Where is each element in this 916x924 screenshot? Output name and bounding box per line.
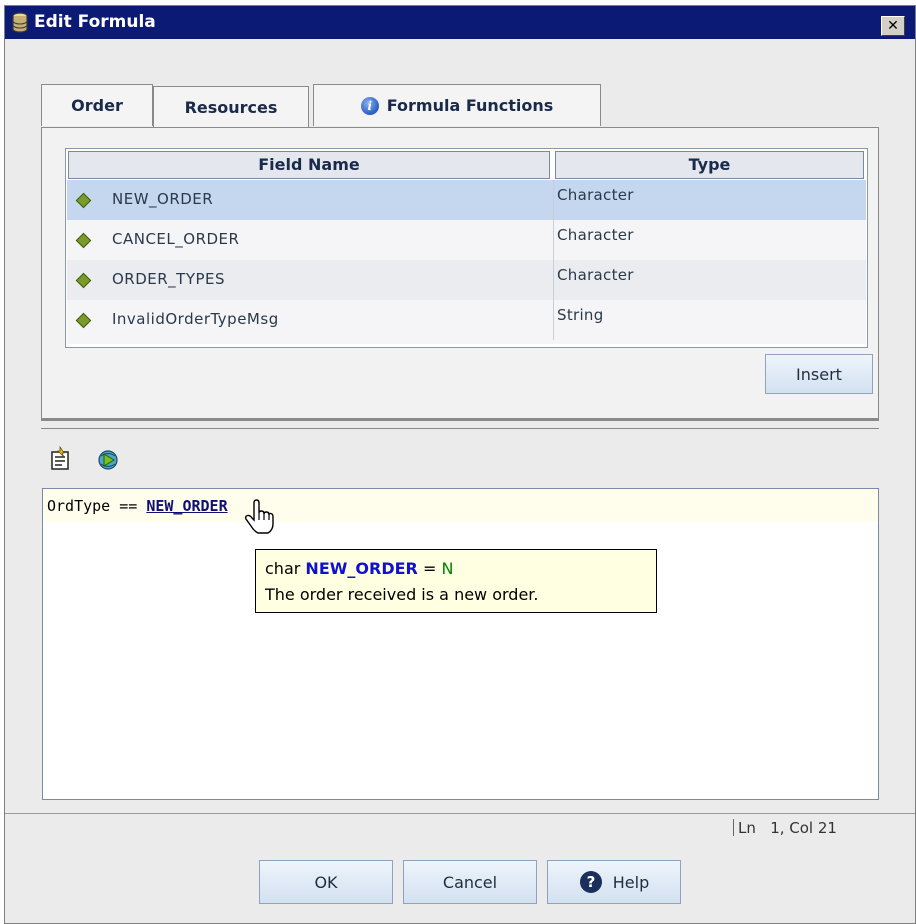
tab-formula-functions[interactable]: i Formula Functions [313, 84, 601, 126]
tab-resources[interactable]: Resources [153, 86, 309, 128]
close-icon: ✕ [887, 18, 899, 34]
hand-cursor-icon [245, 499, 274, 534]
field-name: CANCEL_ORDER [112, 230, 240, 248]
insert-button[interactable]: Insert [765, 354, 873, 394]
fields-table[interactable]: Field Name Type NEW_ORDER Character CANC… [65, 148, 868, 348]
column-label: Col [789, 819, 814, 837]
tooltip-equals: = [422, 559, 437, 578]
cancel-button-label: Cancel [442, 872, 498, 892]
code-token[interactable]: NEW_ORDER [146, 497, 227, 515]
database-icon [12, 12, 28, 33]
tooltip-description: The order received is a new order. [265, 585, 539, 604]
tooltip-type: char [265, 559, 301, 578]
table-row[interactable]: CANCEL_ORDER Character [67, 220, 866, 260]
line-label: Ln [738, 819, 756, 837]
column-separator [553, 220, 554, 260]
status-separator [733, 819, 734, 836]
field-tooltip: char NEW_ORDER = N The order received is… [255, 549, 657, 613]
help-button-label: Help [612, 872, 650, 892]
code-text: OrdType == [47, 497, 147, 515]
table-row[interactable]: ORDER_TYPES Character [67, 260, 866, 300]
formula-code[interactable]: OrdType == NEW_ORDER [47, 497, 228, 515]
status-divider [5, 813, 915, 814]
field-diamond-icon [75, 232, 92, 249]
info-icon: i [360, 96, 379, 115]
line-number: 1 [770, 819, 780, 837]
edit-formula-dialog: Edit Formula ✕ Order Resources i Formula… [4, 5, 916, 924]
field-type: Character [557, 226, 634, 244]
insert-button-label: Insert [796, 364, 842, 384]
field-name: InvalidOrderTypeMsg [112, 310, 279, 328]
tab-formula-functions-label: Formula Functions [386, 96, 554, 115]
tab-order[interactable]: Order [41, 84, 153, 126]
column-separator [553, 180, 554, 220]
field-name: ORDER_TYPES [112, 270, 226, 288]
window-title: Edit Formula [34, 12, 156, 32]
help-icon: ? [579, 871, 602, 893]
field-diamond-icon [75, 192, 92, 209]
column-separator [553, 300, 554, 340]
pane-splitter[interactable] [41, 419, 879, 429]
tooltip-signature: char NEW_ORDER = N [265, 556, 656, 582]
tab-order-label: Order [71, 96, 123, 115]
ok-button[interactable]: OK [259, 860, 393, 904]
table-row[interactable]: NEW_ORDER Character [67, 180, 866, 220]
field-type: String [557, 306, 604, 324]
formula-editor[interactable]: OrdType == NEW_ORDER char NEW_ORDER = N … [42, 488, 879, 800]
tab-resources-label: Resources [184, 98, 278, 117]
field-name: NEW_ORDER [112, 190, 214, 208]
insert-formula-icon[interactable] [49, 446, 75, 472]
tooltip-value: N [441, 559, 454, 578]
debug-formula-icon[interactable] [95, 446, 121, 472]
close-button[interactable]: ✕ [881, 16, 905, 36]
field-type: Character [557, 186, 634, 204]
table-row[interactable]: InvalidOrderTypeMsg String [67, 300, 866, 344]
ok-button-label: OK [314, 872, 338, 892]
help-button[interactable]: ? Help [547, 860, 681, 904]
cancel-button[interactable]: Cancel [403, 860, 537, 904]
column-header-field-name[interactable]: Field Name [68, 151, 550, 179]
cursor-position: Ln 1, Col 21 [733, 819, 837, 837]
field-type: Character [557, 266, 634, 284]
column-separator [553, 260, 554, 300]
column-number: 21 [817, 819, 837, 837]
field-diamond-icon [75, 312, 92, 329]
title-bar[interactable]: Edit Formula ✕ [5, 6, 915, 39]
tooltip-field-name: NEW_ORDER [305, 559, 418, 578]
field-diamond-icon [75, 272, 92, 289]
svg-text:?: ? [586, 873, 595, 891]
column-header-type[interactable]: Type [555, 151, 864, 179]
